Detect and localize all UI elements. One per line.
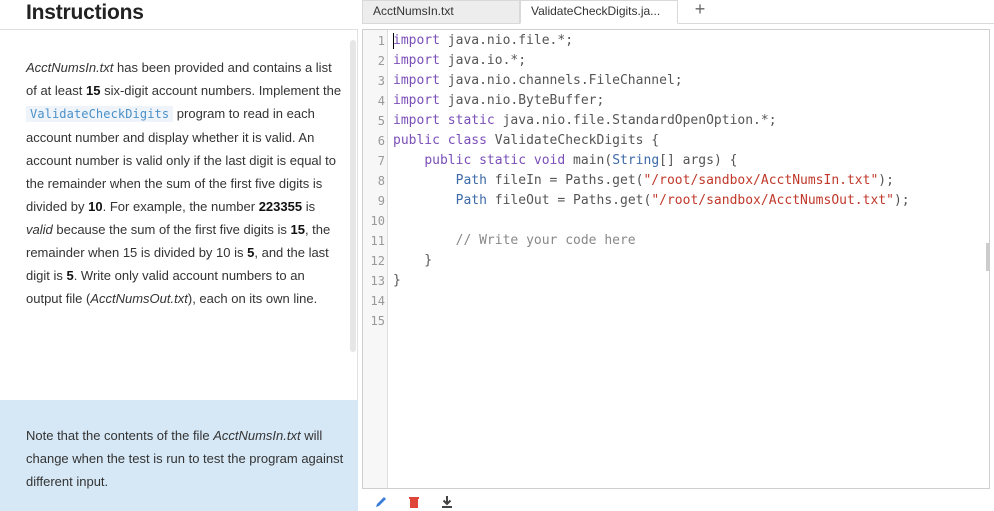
program-name-code: ValidateCheckDigits [26, 106, 174, 122]
code-editor[interactable]: 1 2 3 4 5 6 7 8 9 10 11 12 13 14 15 import java.nio.fi… [362, 29, 990, 489]
line-number: 14 [370, 294, 385, 308]
code-line[interactable]: } [393, 271, 401, 291]
code-line[interactable]: Path fileIn = Paths.get("/root/sandbox/A… [393, 171, 894, 191]
sum-value: 15 [290, 222, 305, 237]
instructions-header: Instructions [0, 0, 358, 30]
trash-icon[interactable] [407, 495, 421, 509]
output-file-name: AcctNumsOut.txt [90, 291, 188, 306]
instructions-title: Instructions [26, 1, 144, 24]
input-file-name: AcctNumsIn.txt [26, 60, 114, 75]
line-number: 5 [377, 114, 385, 128]
add-tab-button[interactable]: + [690, 0, 710, 22]
editor-scrollbar[interactable] [986, 243, 990, 271]
line-number: 10 [370, 214, 385, 228]
count-value: 15 [85, 83, 101, 98]
code-line[interactable]: import java.io.*; [393, 51, 526, 71]
example-number: 223355 [258, 199, 303, 214]
divisor-value: 10 [88, 199, 103, 214]
line-number: 11 [370, 234, 385, 248]
code-line[interactable]: import java.nio.ByteBuffer; [393, 91, 604, 111]
text-span: ), each on its own line. [187, 291, 318, 306]
text-span: program to read in each account number a… [26, 106, 337, 214]
line-number: 12 [370, 254, 385, 268]
code-line[interactable]: } [393, 251, 432, 271]
text-span: six-digit account numbers. Implement the [100, 83, 342, 98]
line-number: 8 [377, 174, 385, 188]
instructions-text: AcctNumsIn.txt has been provided and con… [26, 56, 344, 310]
instructions-pane: Instructions AcctNumsIn.txt has been pro… [0, 0, 358, 511]
note-text: Note that the contents of the file AcctN… [26, 424, 344, 493]
code-line[interactable]: Path fileOut = Paths.get("/root/sandbox/… [393, 191, 910, 211]
line-number: 4 [377, 94, 385, 108]
line-number-gutter: 1 2 3 4 5 6 7 8 9 10 11 12 13 14 15 [363, 30, 388, 488]
tab-acctnumsin[interactable]: AcctNumsIn.txt [362, 0, 520, 23]
line-number: 9 [377, 194, 385, 208]
line-number: 6 [377, 134, 385, 148]
line-number: 3 [377, 74, 385, 88]
code-line[interactable]: import static java.nio.file.StandardOpen… [393, 111, 777, 131]
line-number: 2 [377, 54, 385, 68]
line-number: 1 [377, 34, 385, 48]
instructions-body: AcctNumsIn.txt has been provided and con… [0, 33, 358, 400]
line-number: 7 [377, 154, 385, 168]
tab-validatecheckdigits[interactable]: ValidateCheckDigits.ja... [520, 0, 678, 24]
pencil-icon[interactable] [374, 495, 388, 509]
editor-tab-bar: AcctNumsIn.txt ValidateCheckDigits.ja...… [362, 0, 994, 24]
instructions-scrollbar[interactable] [350, 40, 356, 352]
text-cursor [393, 33, 394, 49]
editor-toolbar [362, 490, 994, 511]
line-number: 13 [370, 274, 385, 288]
text-span: because the sum of the first five digits… [52, 222, 291, 237]
note-box: Note that the contents of the file AcctN… [0, 400, 358, 511]
download-icon[interactable] [440, 495, 454, 509]
code-line[interactable]: public static void main(String[] args) { [393, 151, 737, 171]
line-number: 15 [370, 314, 385, 328]
valid-word: valid [26, 222, 53, 237]
last-digit-value: 5 [66, 268, 74, 283]
text-span: Note that the contents of the file [26, 428, 214, 443]
text-span: . For example, the number [102, 199, 259, 214]
text-span: is [302, 199, 316, 214]
code-line[interactable]: import java.nio.file.*; [393, 31, 573, 51]
code-line[interactable]: // Write your code here [393, 231, 636, 251]
code-line[interactable]: public class ValidateCheckDigits { [393, 131, 659, 151]
note-file-name: AcctNumsIn.txt [213, 428, 301, 443]
code-line[interactable]: import java.nio.channels.FileChannel; [393, 71, 683, 91]
